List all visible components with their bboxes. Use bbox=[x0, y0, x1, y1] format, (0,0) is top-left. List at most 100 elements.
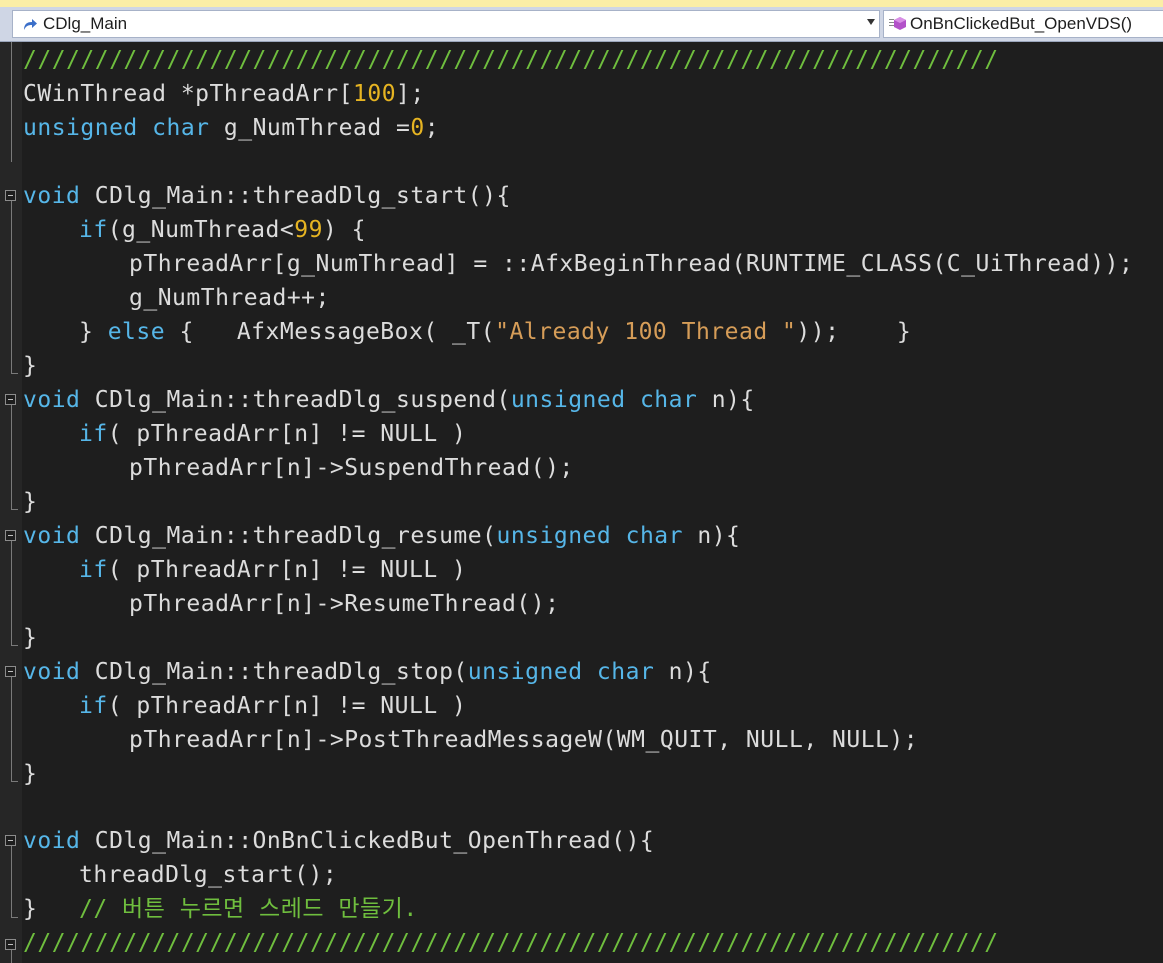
code-line: pThreadArr[n]->SuspendThread(); bbox=[129, 451, 574, 485]
outline-guide bbox=[11, 42, 12, 162]
code-text: g_NumThread++; bbox=[129, 285, 330, 311]
code-text: { AfxMessageBox( _T( bbox=[165, 319, 496, 345]
code-text: pThreadArr[n]->ResumeThread(); bbox=[129, 591, 560, 617]
number-literal: 100 bbox=[353, 81, 397, 107]
collapse-icon[interactable] bbox=[5, 530, 16, 541]
keyword: void bbox=[23, 387, 81, 413]
outline-guide bbox=[11, 950, 12, 963]
keyword: unsigned bbox=[23, 115, 138, 141]
keyword: void bbox=[23, 183, 81, 209]
code-line: } bbox=[23, 349, 37, 383]
collapse-icon[interactable] bbox=[5, 394, 16, 405]
code-line: void CDlg_Main::threadDlg_suspend(unsign… bbox=[23, 383, 755, 417]
code-line: pThreadArr[n]->PostThreadMessageW(WM_QUI… bbox=[129, 723, 918, 757]
collapse-icon[interactable] bbox=[5, 666, 16, 677]
keyword: unsigned bbox=[467, 659, 583, 685]
keyword: char bbox=[625, 523, 683, 549]
code-text: g_NumThread = bbox=[209, 115, 411, 141]
code-line: void CDlg_Main::threadDlg_resume(unsigne… bbox=[23, 519, 740, 553]
code-line: // 버튼 누르면 스레드 만들기. bbox=[79, 892, 418, 926]
method-cube-icon bbox=[888, 13, 908, 35]
code-line: void CDlg_Main::threadDlg_start(){ bbox=[23, 179, 511, 213]
keyword: void bbox=[23, 659, 81, 685]
code-line: } else { AfxMessageBox( _T("Already 100 … bbox=[79, 315, 911, 349]
code-text: } bbox=[23, 353, 38, 379]
code-line: if( pThreadArr[n] != NULL ) bbox=[79, 689, 466, 723]
keyword: char bbox=[152, 115, 210, 141]
code-line: threadDlg_start(); bbox=[79, 858, 337, 892]
code-text: pThreadArr[n]->PostThreadMessageW(WM_QUI… bbox=[129, 727, 919, 753]
outline-guide bbox=[11, 405, 12, 509]
code-text: CDlg_Main::threadDlg_suspend( bbox=[80, 387, 511, 413]
code-line: unsigned char g_NumThread =0; bbox=[23, 111, 439, 145]
code-line: if( pThreadArr[n] != NULL ) bbox=[79, 553, 466, 587]
code-text: ( pThreadArr[n] != NULL ) bbox=[107, 421, 467, 447]
code-text: n){ bbox=[683, 523, 741, 549]
keyword: if bbox=[79, 693, 108, 719]
code-line: void CDlg_Main::threadDlg_stop(unsigned … bbox=[23, 655, 712, 689]
class-arrow-icon bbox=[19, 13, 41, 35]
code-text: n){ bbox=[697, 387, 755, 413]
keyword: void bbox=[23, 523, 81, 549]
code-line: } bbox=[23, 621, 37, 655]
class-dropdown[interactable]: CDlg_Main bbox=[12, 10, 880, 38]
code-line: pThreadArr[g_NumThread] = ::AfxBeginThre… bbox=[129, 247, 1133, 281]
collapse-icon[interactable] bbox=[5, 190, 16, 201]
code-line: } bbox=[23, 892, 37, 926]
code-line: if( pThreadArr[n] != NULL ) bbox=[79, 417, 466, 451]
fold-gutter bbox=[0, 42, 22, 963]
code-text: n){ bbox=[654, 659, 712, 685]
code-line: ////////////////////////////////////////… bbox=[23, 926, 999, 960]
outline-guide bbox=[11, 677, 12, 781]
code-line: CWinThread *pThreadArr[100]; bbox=[23, 77, 425, 111]
string-literal: "Already 100 Thread " bbox=[495, 319, 797, 345]
outline-end bbox=[11, 373, 18, 374]
code-line: } bbox=[23, 485, 37, 519]
keyword: void bbox=[23, 828, 81, 854]
outline-guide bbox=[11, 201, 12, 373]
separator-comment: ////////////////////////////////////////… bbox=[23, 930, 999, 956]
separator-comment: ////////////////////////////////////////… bbox=[23, 47, 999, 73]
code-text: ( pThreadArr[n] != NULL ) bbox=[107, 693, 467, 719]
collapse-icon[interactable] bbox=[5, 939, 16, 950]
code-line: pThreadArr[n]->ResumeThread(); bbox=[129, 587, 559, 621]
code-text: pThreadArr[g_NumThread] = ::AfxBeginThre… bbox=[129, 251, 1134, 277]
code-text: } bbox=[23, 625, 38, 651]
code-text: CWinThread *pThreadArr[ bbox=[23, 81, 353, 107]
code-text: CDlg_Main::threadDlg_start(){ bbox=[80, 183, 511, 209]
code-text: threadDlg_start(); bbox=[79, 862, 338, 888]
member-dropdown[interactable]: OnBnClickedBut_OpenVDS() bbox=[883, 10, 1163, 38]
keyword: if bbox=[79, 217, 108, 243]
keyword: unsigned bbox=[510, 387, 626, 413]
navigation-bar: CDlg_Main OnBnClickedBut_OpenVDS() bbox=[0, 7, 1163, 42]
outline-end bbox=[11, 917, 18, 918]
line-comment: // 버튼 누르면 스레드 만들기. bbox=[79, 896, 418, 922]
code-text: } bbox=[23, 489, 38, 515]
code-line: void CDlg_Main::OnBnClickedBut_OpenThrea… bbox=[23, 824, 654, 858]
code-text: CDlg_Main::threadDlg_stop( bbox=[80, 659, 468, 685]
code-text: ) { bbox=[322, 217, 366, 243]
code-text: ( pThreadArr[n] != NULL ) bbox=[107, 557, 467, 583]
code-line: g_NumThread++; bbox=[129, 281, 330, 315]
code-text: ]; bbox=[396, 81, 425, 107]
chevron-down-icon[interactable] bbox=[867, 19, 875, 25]
outline-end bbox=[11, 509, 18, 510]
code-text: } bbox=[23, 896, 38, 922]
keyword: if bbox=[79, 421, 108, 447]
code-text: CDlg_Main::OnBnClickedBut_OpenThread(){ bbox=[80, 828, 655, 854]
collapse-icon[interactable] bbox=[5, 835, 16, 846]
outline-guide bbox=[11, 846, 12, 917]
code-text: } bbox=[79, 319, 108, 345]
number-literal: 0 bbox=[410, 115, 425, 141]
outline-end bbox=[11, 645, 18, 646]
class-dropdown-label: CDlg_Main bbox=[43, 14, 128, 33]
code-line: } bbox=[23, 757, 37, 791]
code-editor[interactable]: ////////////////////////////////////////… bbox=[0, 42, 1163, 963]
code-text: } bbox=[23, 761, 38, 787]
code-text: (g_NumThread< bbox=[107, 217, 295, 243]
outline-end bbox=[11, 781, 18, 782]
code-line: ////////////////////////////////////////… bbox=[23, 43, 999, 77]
keyword: else bbox=[107, 319, 166, 345]
keyword: char bbox=[639, 387, 698, 413]
outline-guide bbox=[11, 541, 12, 645]
